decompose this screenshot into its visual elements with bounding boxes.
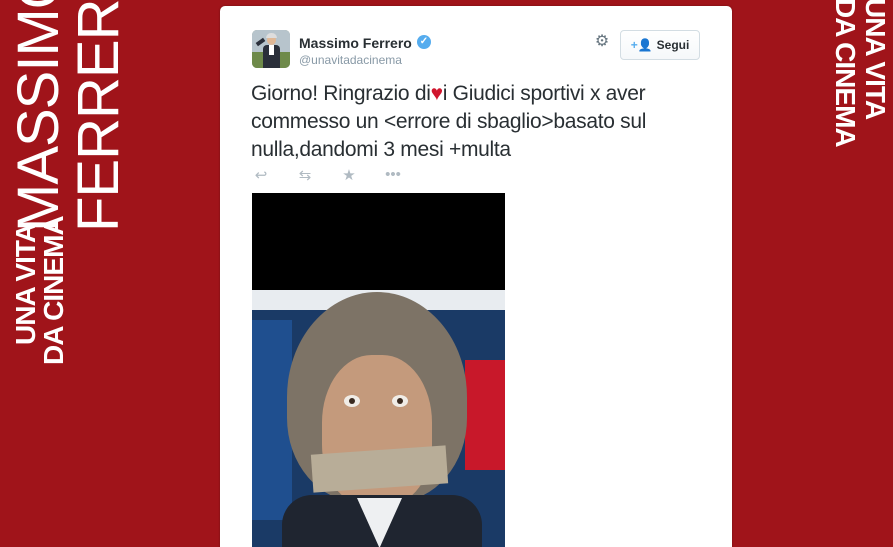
brand-left-line-2: DA CINEMA	[38, 216, 69, 365]
user-handle[interactable]: @unavitadacinema	[299, 53, 402, 67]
user-name[interactable]: Massimo Ferrero	[299, 35, 412, 51]
retweet-icon[interactable]: ⇆	[296, 166, 314, 184]
embedded-tweet: Massimo Ferrero ✓ @unavitadacinema ⚙ +👤 …	[220, 6, 732, 547]
avatar[interactable]	[252, 30, 290, 68]
tweet-text-part-1: Giorno! Ringrazio di	[251, 82, 431, 105]
brand-left-line-4: FERRERO	[66, 0, 131, 232]
favorite-icon[interactable]: ★	[340, 166, 358, 184]
brand-right-line-2: DA CINEMA	[830, 0, 861, 147]
reply-icon[interactable]: ↩	[252, 166, 270, 184]
more-icon[interactable]: •••	[384, 166, 402, 184]
follow-button[interactable]: +👤 Segui	[620, 30, 700, 60]
heart-icon: ♥	[430, 82, 443, 105]
brand-right-line-1: UNA VITA	[860, 0, 891, 120]
tweet-media-image[interactable]	[252, 193, 505, 547]
brand-left-line-3: MASSIMO	[6, 0, 71, 232]
gear-icon[interactable]: ⚙	[594, 34, 610, 50]
tweet-photo	[252, 290, 505, 547]
left-branding: UNA VITA DA CINEMA MASSIMO FERRERO	[0, 0, 210, 547]
verified-check-icon: ✓	[417, 35, 431, 49]
follow-button-label: Segui	[656, 38, 690, 52]
tweet-text: Giorno! Ringrazio di♥i Giudici sportivi …	[251, 80, 711, 164]
follow-user-icon: +👤	[630, 38, 653, 52]
tweet-actions: ↩ ⇆ ★ •••	[252, 166, 402, 184]
right-branding: UNA VITA DA CINEMA	[733, 0, 893, 547]
